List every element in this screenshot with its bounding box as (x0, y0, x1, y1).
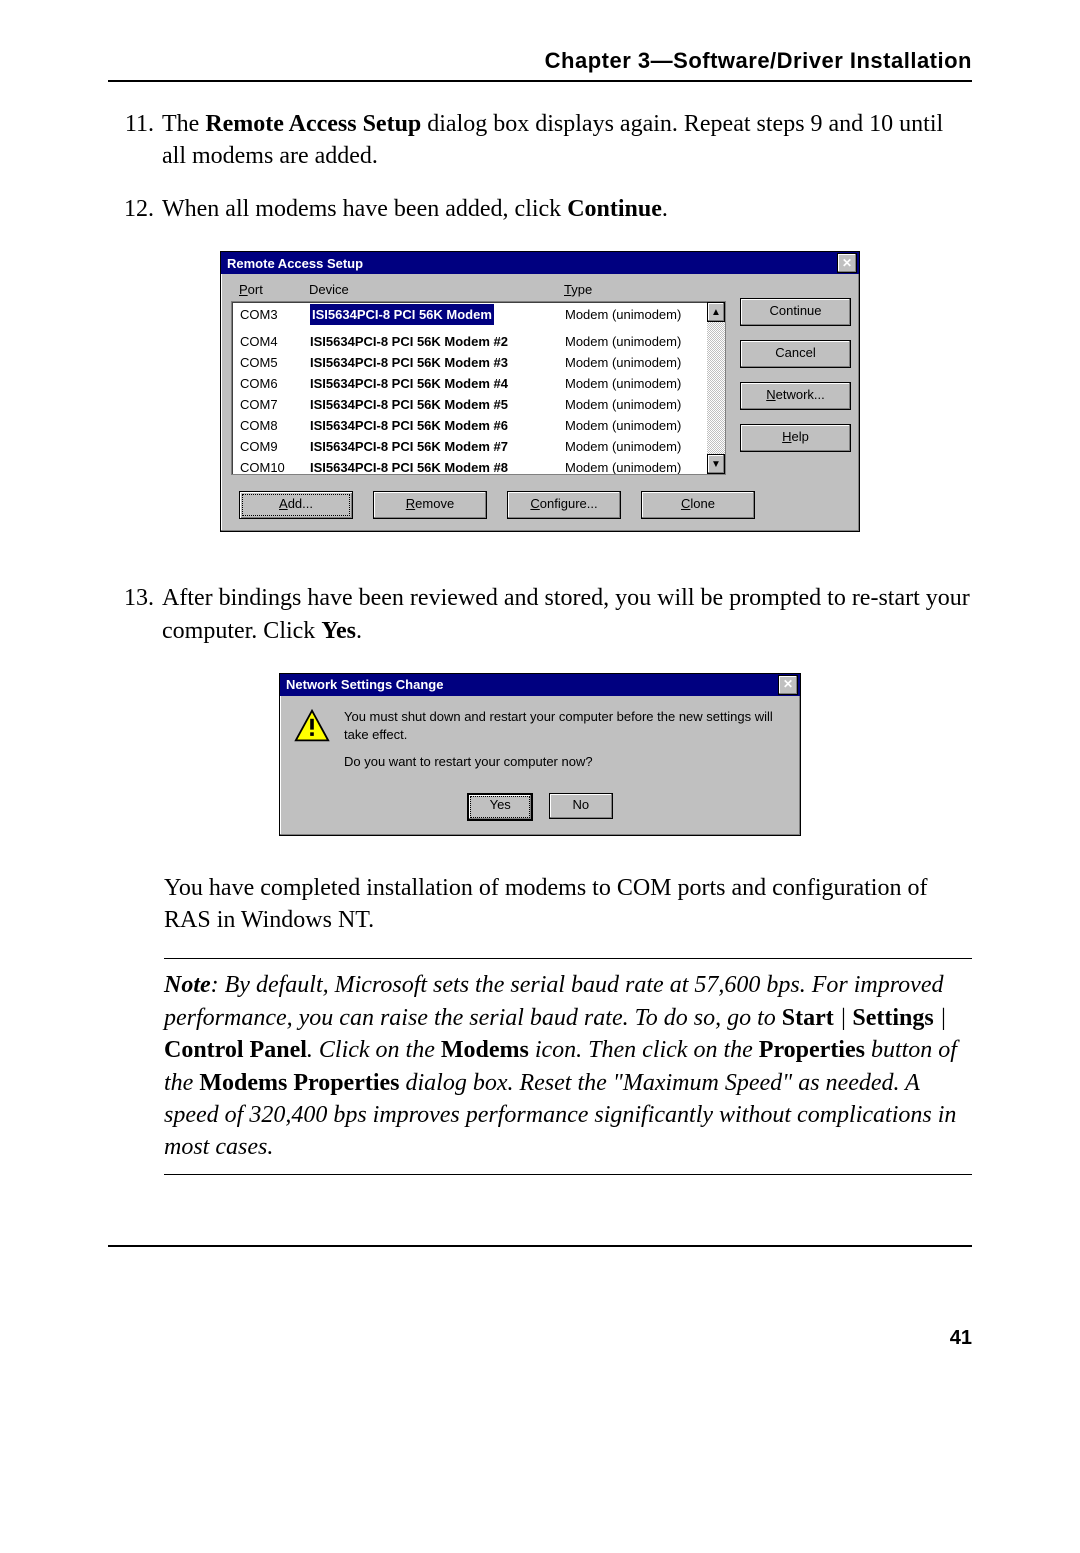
list-row[interactable]: COM9 ISI5634PCI-8 PCI 56K Modem #7 Modem… (232, 436, 725, 457)
cancel-button[interactable]: Cancel (740, 340, 851, 368)
cell-type: Modem (unimodem) (565, 394, 725, 415)
step-bold: Remote Access Setup (205, 111, 421, 137)
cell-port: COM6 (240, 373, 310, 394)
no-button[interactable]: No (549, 793, 613, 819)
close-icon[interactable]: ✕ (778, 675, 798, 695)
cell-port: COM3 (240, 304, 310, 331)
cell-device: ISI5634PCI-8 PCI 56K Modem (310, 304, 494, 325)
configure-button[interactable]: Configure... (507, 491, 621, 519)
yes-button[interactable]: Yes (467, 793, 533, 821)
list-row[interactable]: COM5 ISI5634PCI-8 PCI 56K Modem #3 Modem… (232, 352, 725, 373)
step-11: 11. The Remote Access Setup dialog box d… (108, 108, 972, 173)
cell-port: COM7 (240, 394, 310, 415)
warning-icon (294, 708, 330, 744)
cell-device: ISI5634PCI-8 PCI 56K Modem #5 (310, 394, 565, 415)
scroll-down-icon[interactable]: ▼ (707, 454, 725, 474)
cell-type: Modem (unimodem) (565, 304, 725, 331)
vertical-scrollbar[interactable]: ▲ ▼ (707, 302, 725, 474)
step-text: The (162, 111, 205, 137)
clone-button[interactable]: Clone (641, 491, 755, 519)
header-rule (108, 80, 972, 82)
list-row[interactable]: COM4 ISI5634PCI-8 PCI 56K Modem #2 Modem… (232, 331, 725, 352)
step-bold: Yes (321, 618, 356, 644)
titlebar: Network Settings Change ✕ (280, 674, 800, 696)
note-block: Note: By default, Microsoft sets the ser… (164, 958, 972, 1174)
note-bold: Properties (759, 1037, 865, 1063)
cell-device: ISI5634PCI-8 PCI 56K Modem #8 (310, 457, 565, 475)
cell-type: Modem (unimodem) (565, 415, 725, 436)
note-text: . Click on the (307, 1037, 441, 1063)
dialog-title: Remote Access Setup (227, 256, 363, 271)
note-rule-top (164, 958, 972, 959)
cell-type: Modem (unimodem) (565, 352, 725, 373)
note-bold: Modems Properties (199, 1070, 399, 1096)
network-button[interactable]: Network... (740, 382, 851, 410)
remove-button[interactable]: Remove (373, 491, 487, 519)
step-text: After bindings have been reviewed and st… (162, 585, 970, 643)
step-12: 12. When all modems have been added, cli… (108, 193, 972, 225)
cell-type: Modem (unimodem) (565, 331, 725, 352)
cell-port: COM10 (240, 457, 310, 475)
cell-port: COM9 (240, 436, 310, 457)
note-bold: Start (782, 1005, 834, 1031)
step-text: When all modems have been added, click (162, 196, 567, 222)
continue-button[interactable]: Continue (740, 298, 851, 326)
note-bold: Modems (441, 1037, 529, 1063)
note-bold: Control Panel (164, 1037, 307, 1063)
list-row[interactable]: COM7 ISI5634PCI-8 PCI 56K Modem #5 Modem… (232, 394, 725, 415)
help-button[interactable]: Help (740, 424, 851, 452)
add-button[interactable]: Add... (239, 491, 353, 519)
cell-port: COM4 (240, 331, 310, 352)
step-13: 13. After bindings have been reviewed an… (108, 582, 972, 647)
modem-listbox[interactable]: COM3 ISI5634PCI-8 PCI 56K Modem Modem (u… (231, 301, 726, 475)
cell-port: COM5 (240, 352, 310, 373)
cell-device: ISI5634PCI-8 PCI 56K Modem #3 (310, 352, 565, 373)
list-row[interactable]: COM3 ISI5634PCI-8 PCI 56K Modem Modem (u… (232, 304, 725, 331)
chapter-heading: Chapter 3—Software/Driver Installation (108, 48, 972, 74)
scrollbar-track[interactable] (707, 322, 725, 454)
step-number: 12. (108, 193, 162, 225)
step-number: 11. (108, 108, 162, 173)
scroll-up-icon[interactable]: ▲ (707, 302, 725, 322)
remote-access-setup-dialog: Remote Access Setup ✕ Port Device Type C… (220, 251, 860, 532)
titlebar: Remote Access Setup ✕ (221, 252, 859, 274)
step-text: . (662, 196, 668, 222)
step-bold: Continue (567, 196, 662, 222)
cell-type: Modem (unimodem) (565, 373, 725, 394)
cell-device: ISI5634PCI-8 PCI 56K Modem #6 (310, 415, 565, 436)
close-icon[interactable]: ✕ (837, 253, 857, 273)
step-number: 13. (108, 582, 162, 647)
cell-port: COM8 (240, 415, 310, 436)
cell-device: ISI5634PCI-8 PCI 56K Modem #7 (310, 436, 565, 457)
step-text: . (356, 618, 362, 644)
dialog-title: Network Settings Change (286, 677, 443, 692)
message-line1: You must shut down and restart your comp… (344, 708, 786, 743)
note-rule-bottom (164, 1174, 972, 1175)
cell-type: Modem (unimodem) (565, 457, 725, 475)
message-line2: Do you want to restart your computer now… (344, 753, 786, 771)
completion-paragraph: You have completed installation of modem… (164, 872, 972, 937)
cell-device: ISI5634PCI-8 PCI 56K Modem #4 (310, 373, 565, 394)
page-number: 41 (950, 1327, 972, 1350)
header-port: P (239, 282, 248, 297)
note-bold: Settings (852, 1005, 933, 1031)
list-row[interactable]: COM10 ISI5634PCI-8 PCI 56K Modem #8 Mode… (232, 457, 725, 475)
footer-rule (108, 1245, 972, 1247)
list-header: Port Device Type (231, 282, 726, 297)
cell-type: Modem (unimodem) (565, 436, 725, 457)
list-row[interactable]: COM6 ISI5634PCI-8 PCI 56K Modem #4 Modem… (232, 373, 725, 394)
note-lead: Note (164, 972, 211, 998)
cell-device: ISI5634PCI-8 PCI 56K Modem #2 (310, 331, 565, 352)
network-settings-change-dialog: Network Settings Change ✕ You must shut … (279, 673, 801, 836)
list-row[interactable]: COM8 ISI5634PCI-8 PCI 56K Modem #6 Modem… (232, 415, 725, 436)
header-device: Device (309, 282, 564, 297)
note-text: icon. Then click on the (529, 1037, 759, 1063)
